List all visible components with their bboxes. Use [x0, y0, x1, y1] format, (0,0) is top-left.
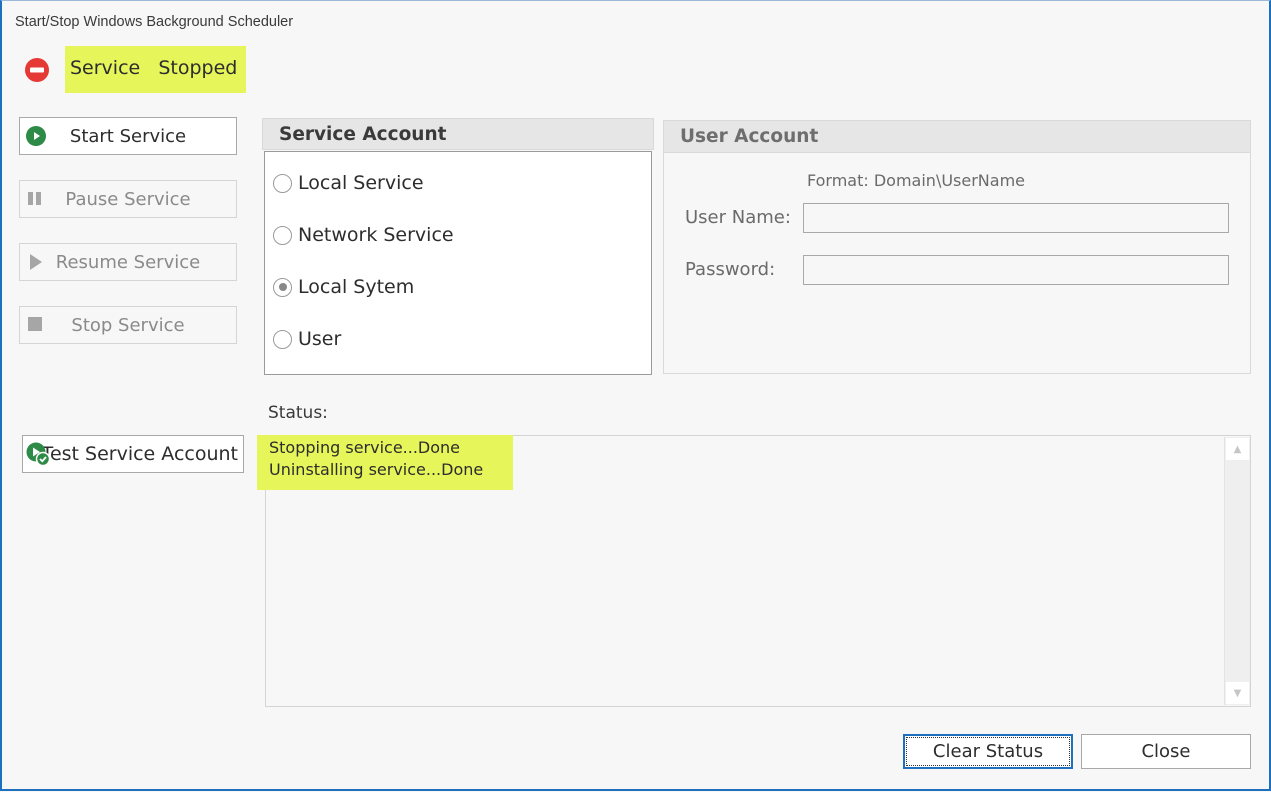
radio-selected-dot: [278, 283, 287, 291]
radio-label: Network Service: [298, 224, 454, 246]
pause-icon: [28, 192, 41, 205]
service-account-group: Local Service Network Service Local Syte…: [264, 151, 652, 375]
scroll-up-icon[interactable]: ▲: [1226, 438, 1249, 460]
test-service-account-button[interactable]: Test Service Account: [22, 435, 244, 473]
play-check-icon: [26, 442, 50, 466]
username-input[interactable]: [803, 203, 1229, 233]
radio-label: Local Sytem: [298, 276, 415, 298]
window-title: Start/Stop Windows Background Scheduler: [15, 14, 294, 30]
clear-status-button[interactable]: Clear Status: [903, 734, 1073, 769]
radio-button-selected[interactable]: [273, 277, 292, 297]
status-label: Status:: [268, 403, 328, 423]
password-input[interactable]: [803, 255, 1229, 285]
stop-service-label: Stop Service: [71, 314, 185, 336]
scroll-down-icon[interactable]: ▼: [1226, 682, 1249, 704]
status-line: Stopping service...Done: [269, 438, 461, 457]
service-account-header: Service Account: [262, 118, 654, 150]
radio-user[interactable]: User: [273, 328, 341, 350]
start-service-button[interactable]: Start Service: [19, 117, 237, 155]
test-service-account-label: Test Service Account: [41, 443, 238, 465]
user-account-header: User Account: [663, 120, 1251, 153]
stop-square-icon: [28, 317, 42, 331]
play-circle-icon: [26, 126, 46, 146]
stop-circle-icon: [25, 58, 49, 82]
pause-service-button[interactable]: Pause Service: [19, 180, 237, 218]
user-account-group: [663, 120, 1251, 374]
username-label: User Name:: [685, 207, 791, 228]
close-button[interactable]: Close: [1081, 734, 1251, 769]
start-service-label: Start Service: [69, 125, 187, 147]
radio-label: User: [298, 328, 342, 350]
format-hint: Format: Domain\UserName: [807, 171, 1026, 190]
stop-service-button[interactable]: Stop Service: [19, 306, 237, 344]
resume-service-button[interactable]: Resume Service: [19, 243, 237, 281]
status-line: Uninstalling service...Done: [269, 460, 484, 479]
radio-network-service[interactable]: Network Service: [273, 224, 454, 246]
resume-service-label: Resume Service: [55, 251, 201, 273]
password-label: Password:: [685, 259, 776, 280]
status-log-text: Stopping service...Done Uninstalling ser…: [269, 437, 483, 481]
radio-local-service[interactable]: Local Service: [273, 172, 424, 194]
pause-service-label: Pause Service: [65, 188, 191, 210]
radio-button[interactable]: [273, 173, 292, 193]
radio-button[interactable]: [273, 225, 292, 245]
focus-rectangle: [906, 737, 1070, 766]
radio-local-system[interactable]: Local Sytem: [273, 276, 414, 298]
status-scrollbar[interactable]: ▲ ▼: [1224, 437, 1250, 705]
play-icon: [30, 254, 42, 270]
radio-button[interactable]: [273, 329, 292, 349]
close-label: Close: [1141, 741, 1191, 762]
service-status-text: Service Stopped: [70, 57, 238, 79]
radio-label: Local Service: [298, 172, 424, 194]
